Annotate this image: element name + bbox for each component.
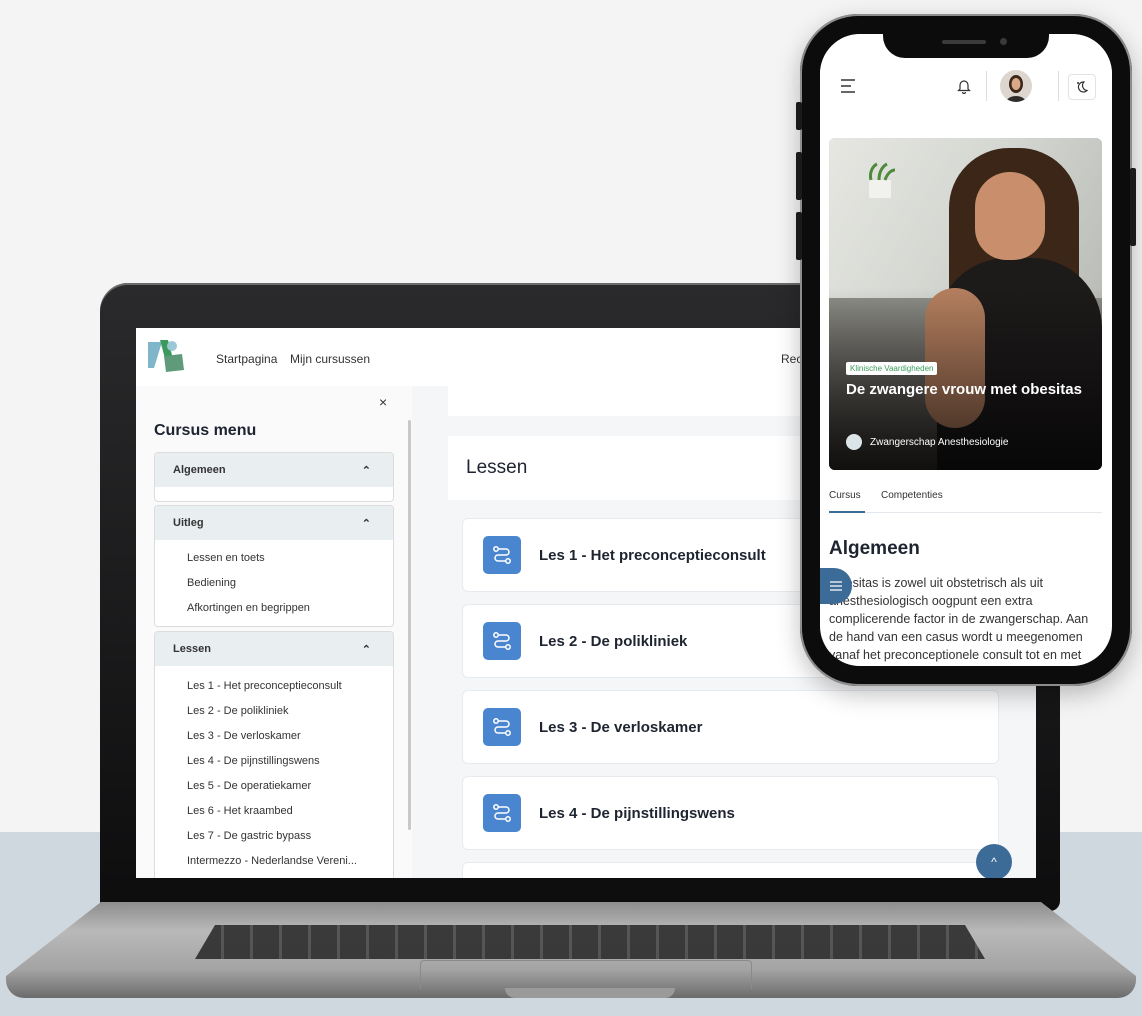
route-icon (483, 708, 521, 746)
phone-screen: Klinische Vaardigheden De zwangere vrouw… (820, 34, 1112, 666)
back-to-top-button[interactable]: ^ (976, 844, 1012, 878)
chevron-up-icon: ⌃ (361, 517, 371, 530)
sidebar-item[interactable]: Bediening (155, 571, 393, 596)
sidebar-section-lessen: Lessen ⌃ Les 1 - Het preconceptieconsult… (154, 631, 394, 878)
tabs-divider (829, 512, 1102, 513)
woman-face (975, 172, 1045, 260)
lesson-title: Les 2 - De polikliniek (539, 632, 688, 650)
sidebar-item[interactable]: Les 2 - De polikliniek (155, 699, 393, 724)
route-icon (483, 794, 521, 832)
sidebar-item[interactable]: Les 7 - De gastric bypass (155, 824, 393, 849)
chevron-up-icon: ⌃ (361, 643, 371, 656)
phone-volume-down (796, 212, 802, 260)
sidebar-item[interactable]: Intermezzo - Nederlandse Vereni... (155, 849, 393, 874)
phone-speaker (942, 40, 986, 44)
za-logo (148, 340, 184, 372)
header-divider (1058, 71, 1059, 101)
chevron-up-icon: ⌃ (361, 464, 371, 477)
lesson-title: Les 3 - De verloskamer (539, 718, 703, 736)
sidebar-item[interactable]: Les 6 - Het kraambed (155, 799, 393, 824)
sidebar-item[interactable]: Afkortingen en begrippen (155, 596, 393, 621)
section-header-uitleg[interactable]: Uitleg ⌃ (155, 506, 393, 540)
header-divider (986, 71, 987, 101)
phone-power-button (1130, 168, 1136, 246)
phone-volume-up (796, 152, 802, 200)
bell-icon[interactable] (954, 76, 974, 96)
section-header-algemeen[interactable]: Algemeen ⌃ (155, 453, 393, 487)
section-title: Lessen (173, 643, 211, 655)
lesson-title: Les 4 - De pijnstillingswens (539, 804, 735, 822)
sidebar-section-algemeen: Algemeen ⌃ (154, 452, 394, 502)
course-hero: Klinische Vaardigheden De zwangere vrouw… (829, 138, 1102, 470)
section-header-lessen[interactable]: Lessen ⌃ (155, 632, 393, 666)
route-icon (483, 622, 521, 660)
course-author: Zwangerschap Anesthesiologie (846, 434, 1008, 450)
sidebar-item[interactable]: Les 1 - Het preconceptieconsult (155, 674, 393, 699)
laptop-hinge-notch (505, 988, 675, 998)
author-name: Zwangerschap Anesthesiologie (870, 436, 1009, 448)
sidebar-scrollbar[interactable] (408, 420, 411, 830)
avatar[interactable] (1000, 70, 1032, 102)
section-title: Algemeen (173, 464, 226, 476)
section-heading: Algemeen (829, 538, 920, 559)
lesson-card[interactable]: Les 3 - De verloskamer (462, 690, 999, 764)
active-tab-indicator (829, 511, 865, 513)
lesson-card-partial[interactable] (462, 862, 999, 878)
laptop-trackpad (420, 960, 752, 989)
phone-camera (1000, 38, 1007, 45)
section-title: Uitleg (173, 517, 204, 529)
author-logo-icon (846, 434, 862, 450)
hamburger-icon[interactable] (838, 76, 858, 96)
lesson-title: Les 1 - Het preconceptieconsult (539, 546, 766, 564)
lesson-card[interactable]: Les 4 - De pijnstillingswens (462, 776, 999, 850)
lessen-heading: Lessen (466, 457, 528, 478)
close-sidebar-icon[interactable]: × (379, 394, 387, 410)
category-tag: Klinische Vaardigheden (846, 362, 938, 375)
sidebar-item[interactable]: Les 4 - De pijnstillingswens (155, 749, 393, 774)
phone-mute-switch (796, 102, 802, 130)
sidebar-section-uitleg: Uitleg ⌃ Lessen en toets Bediening Afkor… (154, 505, 394, 627)
sidebar-item[interactable]: Les 5 - De operatiekamer (155, 774, 393, 799)
sidebar-title: Cursus menu (154, 422, 257, 439)
plant-illustration (869, 162, 896, 198)
tab-competenties[interactable]: Competenties (881, 490, 943, 501)
course-title: De zwangere vrouw met obesitas (846, 381, 1082, 398)
sidebar-item[interactable]: Lessen en toets (155, 546, 393, 571)
section-body: Obesitas is zowel uit obstetrisch als ui… (829, 576, 1089, 662)
nav-link-mijn-cursussen[interactable]: Mijn cursussen (290, 352, 370, 366)
nav-link-startpagina[interactable]: Startpagina (216, 352, 277, 366)
tab-cursus[interactable]: Cursus (829, 490, 861, 501)
route-icon (483, 536, 521, 574)
sidebar-item[interactable]: Les 3 - De verloskamer (155, 724, 393, 749)
laptop-keyboard (195, 925, 985, 959)
phone-notch (883, 20, 1049, 58)
moon-icon[interactable] (1068, 74, 1096, 100)
